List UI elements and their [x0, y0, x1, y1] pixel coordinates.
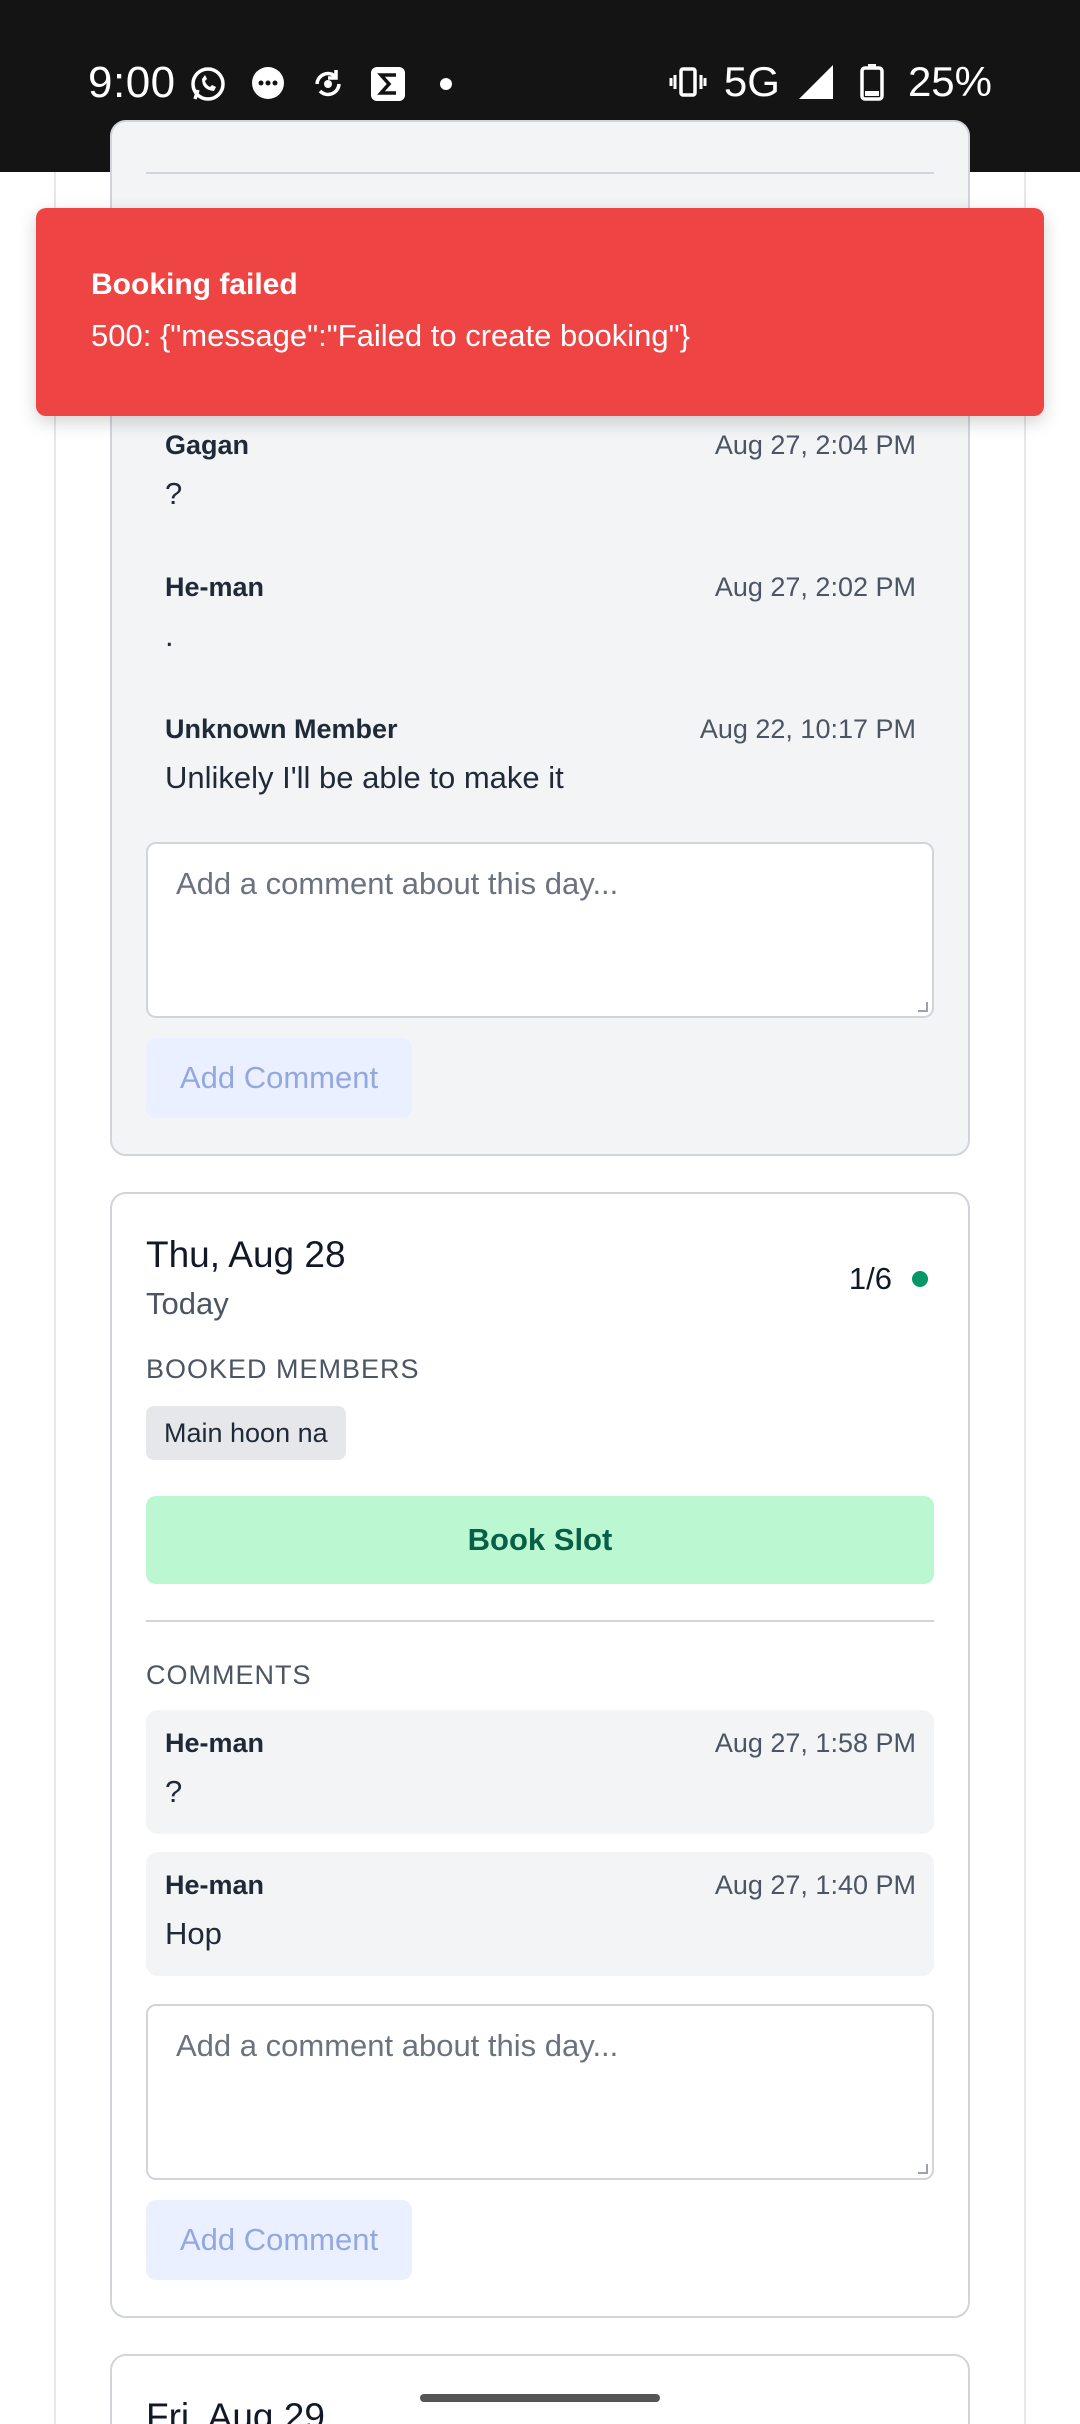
- vibrate-icon: [668, 62, 708, 102]
- battery-level: 25%: [907, 58, 992, 105]
- sync-icon: [308, 64, 348, 104]
- comment-item: He-man Aug 27, 2:02 PM .: [146, 554, 934, 674]
- message-icon: [248, 64, 288, 104]
- toast-message: 500: {"message":"Failed to create bookin…: [91, 318, 690, 353]
- sigma-icon: [368, 64, 408, 104]
- comment-text: Hop: [165, 1916, 222, 1951]
- comment-text: ?: [165, 1774, 183, 1809]
- booked-members-label: BOOKED MEMBERS: [146, 1354, 420, 1384]
- comment-item: Unknown Member Aug 22, 10:17 PM Unlikely…: [146, 696, 934, 816]
- divider: [146, 1620, 934, 1622]
- network-type: 5G: [723, 58, 780, 105]
- comment-text: Unlikely I'll be able to make it: [165, 760, 564, 795]
- comment-time: Aug 27, 2:02 PM: [714, 572, 916, 602]
- dot-icon: [440, 78, 452, 90]
- comment-input-placeholder: Add a comment about this day...: [176, 2028, 619, 2063]
- resize-handle[interactable]: [918, 2164, 928, 2174]
- comment-author: He-man: [165, 572, 265, 602]
- comments-label: COMMENTS: [146, 1660, 312, 1690]
- comment-text: .: [165, 618, 174, 653]
- comment-author: Gagan: [165, 430, 250, 460]
- resize-handle[interactable]: [918, 1002, 928, 1012]
- capacity-count: 1/6: [848, 1261, 892, 1296]
- slot-capacity: 1/6: [849, 1261, 928, 1297]
- comment-item: He-man Aug 27, 1:58 PM ?: [146, 1710, 934, 1834]
- comment-author: Unknown Member: [165, 714, 398, 744]
- notification-icons: [188, 64, 452, 104]
- error-toast[interactable]: Booking failed 500: {"message":"Failed t…: [36, 208, 1044, 416]
- day-title: Thu, Aug 28: [146, 1234, 346, 1275]
- comment-text: ?: [165, 476, 183, 511]
- battery-icon: [852, 62, 892, 102]
- add-comment-button[interactable]: Add Comment: [146, 2200, 412, 2280]
- whatsapp-icon: [188, 64, 228, 104]
- comment-time: Aug 22, 10:17 PM: [699, 714, 916, 744]
- comment-author: He-man: [165, 1728, 265, 1758]
- book-slot-button[interactable]: Book Slot: [146, 1496, 934, 1584]
- day-subtitle: Today: [146, 1286, 229, 1321]
- availability-dot-icon: [912, 1271, 928, 1287]
- home-indicator[interactable]: [420, 2394, 660, 2402]
- day-title: Fri, Aug 29: [146, 2396, 325, 2424]
- comment-time: Aug 27, 1:40 PM: [714, 1870, 916, 1900]
- comment-time: Aug 27, 2:04 PM: [714, 430, 916, 460]
- toast-title: Booking failed: [91, 268, 298, 301]
- comment-author: He-man: [165, 1870, 265, 1900]
- add-comment-button[interactable]: Add Comment: [146, 1038, 412, 1118]
- comment-time: Aug 27, 1:58 PM: [714, 1728, 916, 1758]
- comment-input[interactable]: Add a comment about this day...: [146, 842, 934, 1018]
- signal-icon: [796, 62, 836, 102]
- system-indicators: 5G 25%: [668, 58, 992, 106]
- status-time: 9:00: [88, 58, 176, 107]
- comment-input-placeholder: Add a comment about this day...: [176, 866, 619, 901]
- divider: [146, 172, 934, 174]
- comment-input[interactable]: Add a comment about this day...: [146, 2004, 934, 2180]
- comment-item: He-man Aug 27, 1:40 PM Hop: [146, 1852, 934, 1976]
- comment-item: Gagan Aug 27, 2:04 PM ?: [146, 412, 934, 532]
- member-chip: Main hoon na: [146, 1406, 346, 1460]
